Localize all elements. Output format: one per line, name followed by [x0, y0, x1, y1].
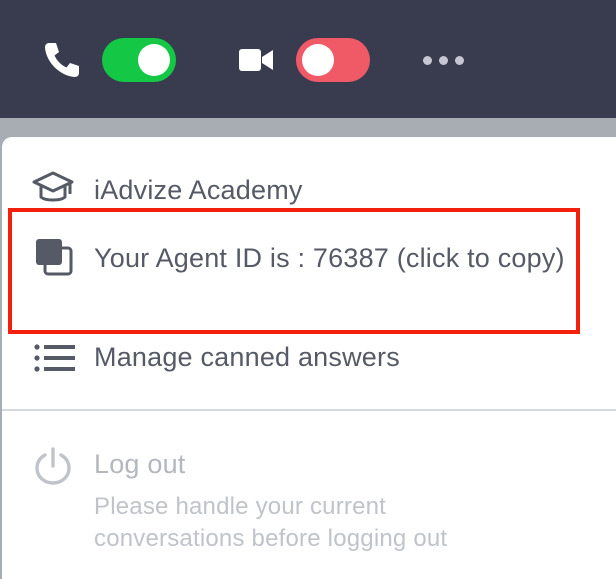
list-icon	[34, 344, 75, 372]
menu-item-logout: Log out Please handle your current conve…	[2, 445, 616, 552]
graduation-cap-icon	[32, 171, 74, 202]
menu-item-label: iAdvize Academy	[94, 175, 303, 205]
power-icon	[35, 447, 71, 485]
toggle-knob	[302, 44, 334, 76]
divider	[2, 409, 616, 411]
user-dropdown-menu: iAdvize Academy Your Agent ID is : 76387…	[2, 137, 616, 579]
highlight-annotation-box	[8, 208, 580, 334]
video-camera-icon[interactable]	[238, 44, 274, 76]
toggle-knob	[138, 44, 170, 76]
more-horizontal-icon[interactable]	[420, 53, 468, 67]
video-availability-toggle[interactable]	[296, 38, 370, 82]
phone-icon[interactable]	[42, 40, 82, 80]
menu-item-canned-answers[interactable]: Manage canned answers	[2, 335, 616, 381]
phone-availability-toggle[interactable]	[102, 38, 176, 82]
logout-warning-text: Please handle your current conversations…	[94, 493, 448, 552]
menu-item-label: Manage canned answers	[94, 342, 400, 372]
top-toolbar	[0, 0, 616, 118]
logout-label: Log out	[94, 449, 186, 479]
